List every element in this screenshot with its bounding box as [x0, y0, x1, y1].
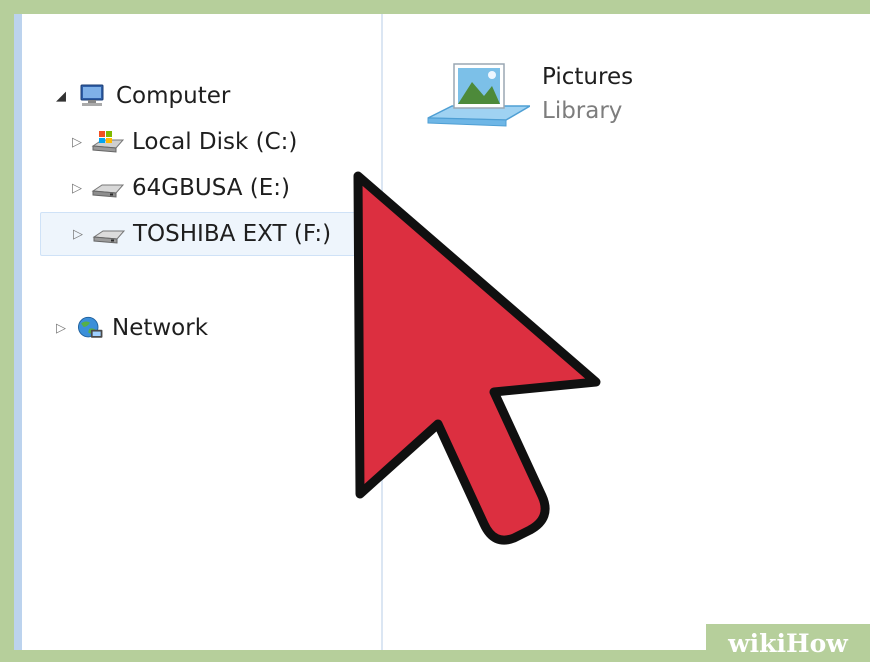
- pictures-library-icon: [427, 63, 530, 127]
- tree-item-usb-drive[interactable]: ▷ 64GBUSA (E:): [68, 166, 290, 210]
- red-arrow-cursor: [353, 171, 601, 545]
- tree-item-label: 64GBUSA (E:): [132, 175, 291, 201]
- watermark-how: How: [786, 628, 848, 658]
- pictures-library-item[interactable]: Pictures Library: [426, 56, 633, 140]
- expand-arrow-icon[interactable]: ▷: [52, 321, 70, 336]
- wikihow-watermark: wiki How: [706, 624, 870, 662]
- external-drive-icon: [92, 230, 126, 244]
- computer-icon: [80, 84, 104, 106]
- tree-item-label: Local Disk (C:): [132, 129, 298, 155]
- removable-drive-icon: [91, 184, 125, 198]
- library-type: Library: [542, 98, 623, 124]
- tree-item-local-disk[interactable]: ▷ Local Disk (C:): [68, 120, 297, 164]
- tree-item-label: Network: [112, 315, 209, 341]
- expand-arrow-icon[interactable]: ▷: [69, 227, 87, 242]
- collapse-arrow-icon[interactable]: ◢: [52, 89, 70, 104]
- frame-border-top: [0, 0, 870, 14]
- watermark-wiki: wiki: [728, 628, 786, 658]
- tree-item-label: TOSHIBA EXT (F:): [133, 221, 332, 247]
- window-edge: [14, 14, 22, 650]
- expand-arrow-icon[interactable]: ▷: [68, 135, 86, 150]
- tree-item-label: Computer: [116, 83, 231, 109]
- nav-gutter: [22, 14, 43, 650]
- tree-item-external-drive[interactable]: ▷ TOSHIBA EXT (F:): [40, 212, 358, 256]
- tree-item-network[interactable]: ▷ Network: [52, 306, 208, 350]
- library-name: Pictures: [542, 64, 634, 90]
- local-disk-icon: [91, 131, 125, 153]
- network-icon: [78, 316, 103, 338]
- frame-border-left: [0, 0, 14, 662]
- expand-arrow-icon[interactable]: ▷: [68, 181, 86, 196]
- tree-item-computer[interactable]: ◢ Computer: [52, 74, 230, 118]
